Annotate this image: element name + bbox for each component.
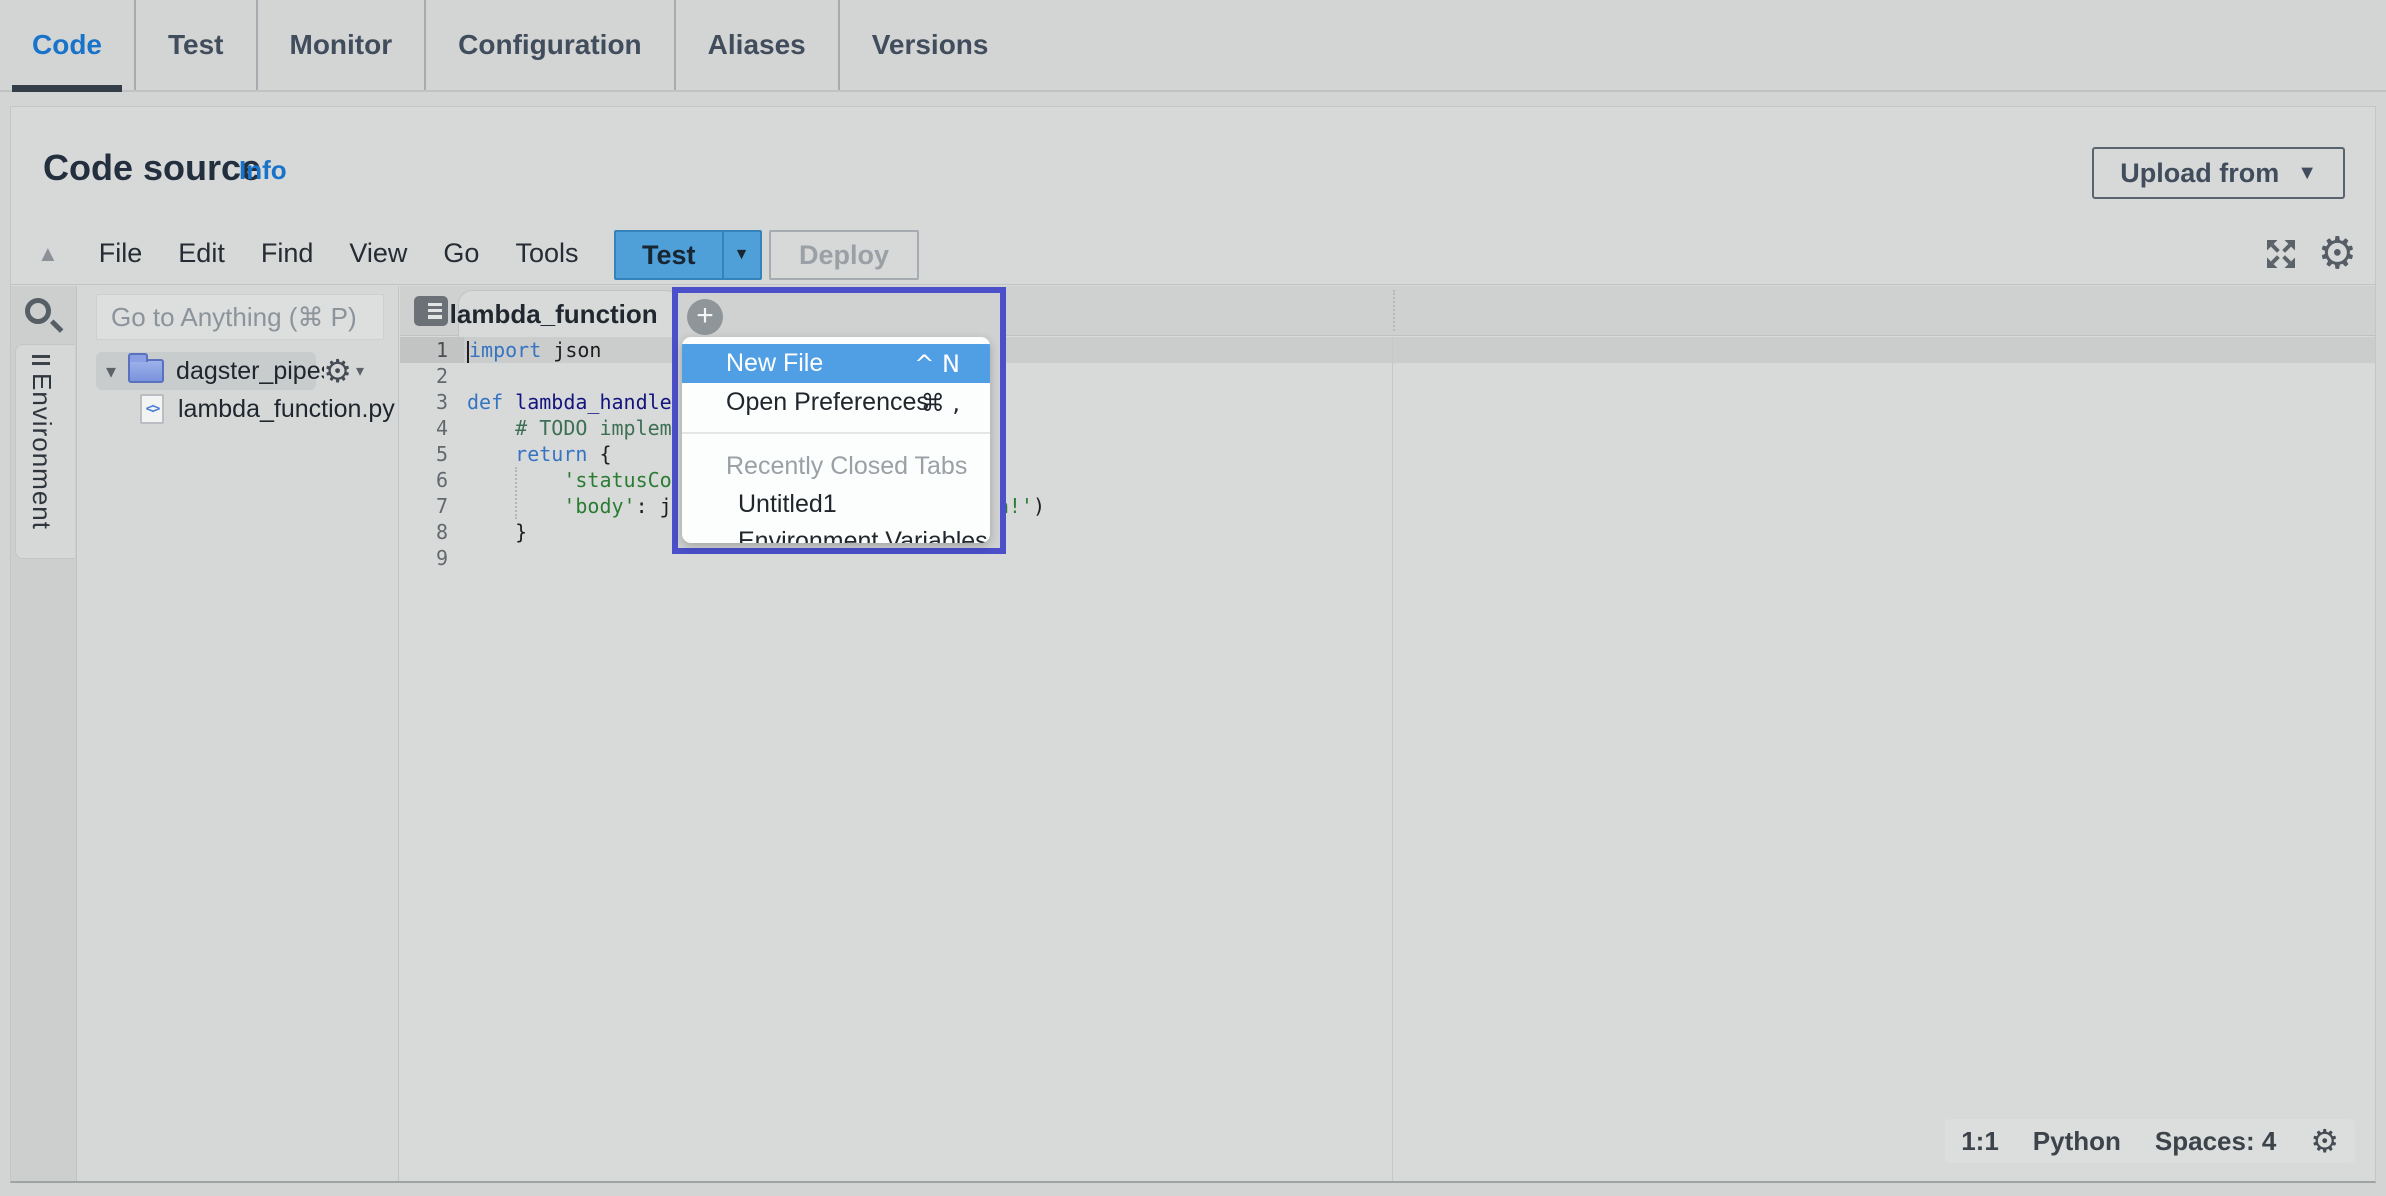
- goto-anything-input[interactable]: [96, 294, 384, 340]
- code-source-header: Code source Info Upload from ▼: [11, 107, 2375, 223]
- tab-versions[interactable]: Versions: [838, 0, 1021, 90]
- lambda-code-editor-screen: Code Test Monitor Configuration Aliases …: [0, 0, 2386, 1196]
- test-button[interactable]: Test: [616, 232, 722, 278]
- sidebar-tab-environment[interactable]: Environment: [15, 344, 75, 559]
- gutter-line-number: 5: [400, 441, 464, 467]
- ide-body: Environment ▾ dagster_pipes_funct ⚙ ▾: [11, 286, 2375, 1181]
- ide-toolbar: ▲ File Edit Find View Go Tools Window Te…: [11, 223, 2375, 285]
- new-tab-plus-button[interactable]: +: [687, 299, 723, 335]
- tree-settings-control[interactable]: ⚙ ▾: [323, 352, 364, 390]
- tab-list-icon[interactable]: [414, 296, 448, 326]
- spaces-setting[interactable]: Spaces: 4: [2155, 1126, 2276, 1157]
- deploy-button[interactable]: Deploy: [769, 230, 919, 280]
- gutter-line-number: 9: [400, 545, 464, 571]
- tree-gear-caret-icon: ▾: [356, 361, 364, 381]
- upload-from-button[interactable]: Upload from ▼: [2092, 147, 2345, 199]
- indent-guide-line: [515, 467, 517, 519]
- folder-name: dagster_pipes_funct: [176, 357, 324, 386]
- info-link[interactable]: Info: [239, 155, 287, 186]
- editor-settings-gear-icon[interactable]: ⚙: [2310, 1122, 2339, 1160]
- menu-item-open-preferences[interactable]: Open Preferences ⌘ ,: [682, 383, 990, 422]
- page-title: Code source: [43, 147, 261, 189]
- sidebar-icon-strip: Environment: [11, 286, 77, 1181]
- menu-view[interactable]: View: [331, 238, 425, 269]
- new-file-label: New File: [726, 349, 823, 378]
- chevron-down-icon: ▼: [2297, 162, 2317, 185]
- pane-splitter-dots: [1393, 290, 1395, 331]
- menu-edit[interactable]: Edit: [160, 238, 243, 269]
- test-split-button: Test ▼: [614, 230, 762, 280]
- editor-status-bar: 1:1 Python Spaces: 4 ⚙: [1945, 1119, 2355, 1163]
- file-name: lambda_function.py: [178, 395, 395, 424]
- tab-code[interactable]: Code: [0, 0, 134, 90]
- function-tab-bar: Code Test Monitor Configuration Aliases …: [0, 0, 2386, 92]
- fullscreen-icon[interactable]: [2260, 233, 2302, 275]
- menu-item-new-file[interactable]: New File ^ N: [682, 344, 990, 383]
- open-preferences-shortcut: ⌘ ,: [921, 389, 960, 417]
- ide-settings-gear-icon[interactable]: ⚙: [2318, 233, 2357, 275]
- python-file-icon: <>: [140, 394, 164, 424]
- file-tree: ▾ dagster_pipes_funct ⚙ ▾ <> lambda_func…: [78, 352, 398, 428]
- editor-tab-lambda-function[interactable]: lambda_function ×: [458, 290, 680, 337]
- menu-go[interactable]: Go: [425, 238, 497, 269]
- upload-from-label: Upload from: [2120, 158, 2279, 189]
- gutter-line-number: 1: [400, 337, 464, 363]
- tree-row-folder[interactable]: ▾ dagster_pipes_funct ⚙ ▾: [78, 352, 398, 390]
- tree-row-file[interactable]: <> lambda_function.py: [78, 390, 398, 428]
- search-icon[interactable]: [25, 298, 51, 324]
- menu-find[interactable]: Find: [243, 238, 332, 269]
- gutter-line-number: 2: [400, 363, 464, 389]
- menu-divider: [682, 432, 990, 434]
- menu-tools[interactable]: Tools: [497, 238, 596, 269]
- gutter: 123456789: [400, 337, 464, 571]
- gutter-line-number: 6: [400, 467, 464, 493]
- tab-configuration[interactable]: Configuration: [424, 0, 674, 90]
- tab-aliases[interactable]: Aliases: [674, 0, 838, 90]
- code-source-panel: Code source Info Upload from ▼ ▲ File Ed…: [10, 106, 2376, 1183]
- test-dropdown-caret[interactable]: ▼: [722, 232, 760, 278]
- recently-closed-tabs-label: Recently Closed Tabs: [682, 446, 990, 486]
- menu-item-environment-variables[interactable]: Environment Variables: [682, 523, 990, 543]
- gutter-line-number: 3: [400, 389, 464, 415]
- folder-icon: [128, 359, 164, 383]
- gutter-line-number: 7: [400, 493, 464, 519]
- new-tab-menu: New File ^ N Open Preferences ⌘ , Recent…: [682, 337, 990, 543]
- tab-monitor[interactable]: Monitor: [256, 0, 425, 90]
- collapse-panel-icon[interactable]: ▲: [37, 241, 59, 267]
- file-tree-panel: ▾ dagster_pipes_funct ⚙ ▾ <> lambda_func…: [78, 286, 399, 1181]
- new-file-shortcut: ^ N: [914, 350, 960, 378]
- open-preferences-label: Open Preferences: [726, 388, 929, 417]
- folder-disclosure-icon[interactable]: ▾: [106, 359, 116, 384]
- environment-label: Environment: [26, 373, 57, 530]
- language-mode[interactable]: Python: [2033, 1126, 2121, 1157]
- tab-test[interactable]: Test: [134, 0, 256, 90]
- menu-item-untitled1[interactable]: Untitled1: [682, 486, 990, 523]
- cursor-position[interactable]: 1:1: [1961, 1126, 1999, 1157]
- gutter-line-number: 8: [400, 519, 464, 545]
- environment-tree-icon: [32, 355, 50, 365]
- new-tab-dropdown: + New File ^ N Open Preferences ⌘ , Rece…: [672, 287, 1006, 554]
- tree-gear-icon: ⚙: [323, 352, 352, 390]
- toolbar-right-icons: ⚙: [2260, 233, 2357, 275]
- gutter-line-number: 4: [400, 415, 464, 441]
- menu-file[interactable]: File: [81, 238, 161, 269]
- editor-tab-label: lambda_function: [450, 299, 658, 330]
